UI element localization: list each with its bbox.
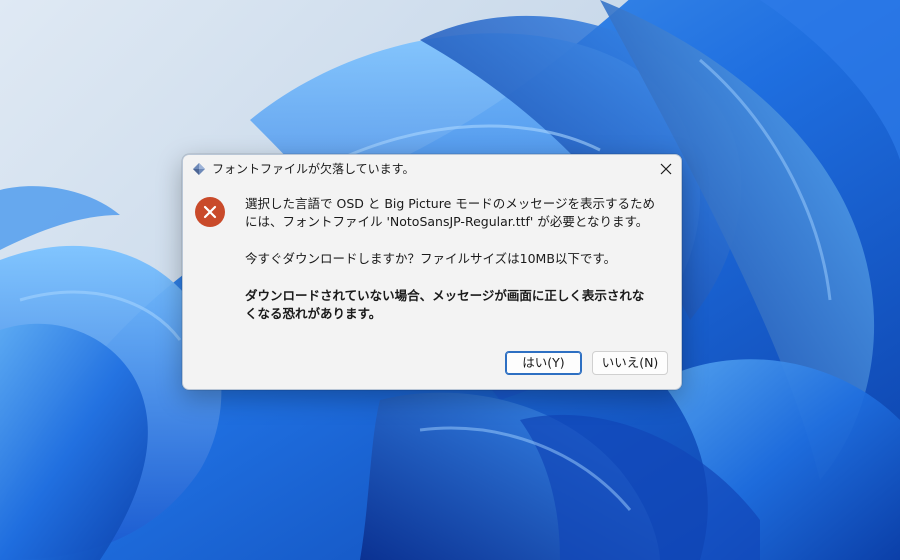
steam-diamond-icon [191,161,207,177]
no-button[interactable]: いいえ(N) [592,351,668,375]
close-button[interactable] [651,155,681,183]
dialog-titlebar[interactable]: フォントファイルが欠落しています。 [183,155,681,183]
message-line-4: ダウンロードされていない場合、メッセージが画面に正しく表示されな [245,288,645,303]
yes-button[interactable]: はい(Y) [505,351,582,375]
dialog-message: 選択した言語で OSD と Big Picture モードのメッセージを表示する… [245,195,671,323]
desktop: フォントファイルが欠落しています。 選択した言語で OSD と Big Pict… [0,0,900,560]
font-missing-dialog: フォントファイルが欠落しています。 選択した言語で OSD と Big Pict… [182,154,682,390]
message-paragraph-2: 今すぐダウンロードしますか？ファイルサイズは10MB以下です。 [245,250,671,268]
dialog-title: フォントファイルが欠落しています。 [212,162,415,176]
message-line-5: くなる恐れがあります。 [245,306,382,321]
message-line-1: 選択した言語で OSD と Big Picture モードのメッセージを表示する… [245,196,655,211]
message-paragraph-1: 選択した言語で OSD と Big Picture モードのメッセージを表示する… [245,195,671,231]
error-icon [194,196,226,228]
message-line-3: 今すぐダウンロードしますか？ファイルサイズは10MB以下です。 [245,251,617,266]
message-line-2: には、フォントファイル 'NotoSansJP-Regular.ttf' が必要… [245,214,649,229]
message-paragraph-warning: ダウンロードされていない場合、メッセージが画面に正しく表示されな くなる恐れがあ… [245,287,671,323]
close-icon [660,163,672,175]
